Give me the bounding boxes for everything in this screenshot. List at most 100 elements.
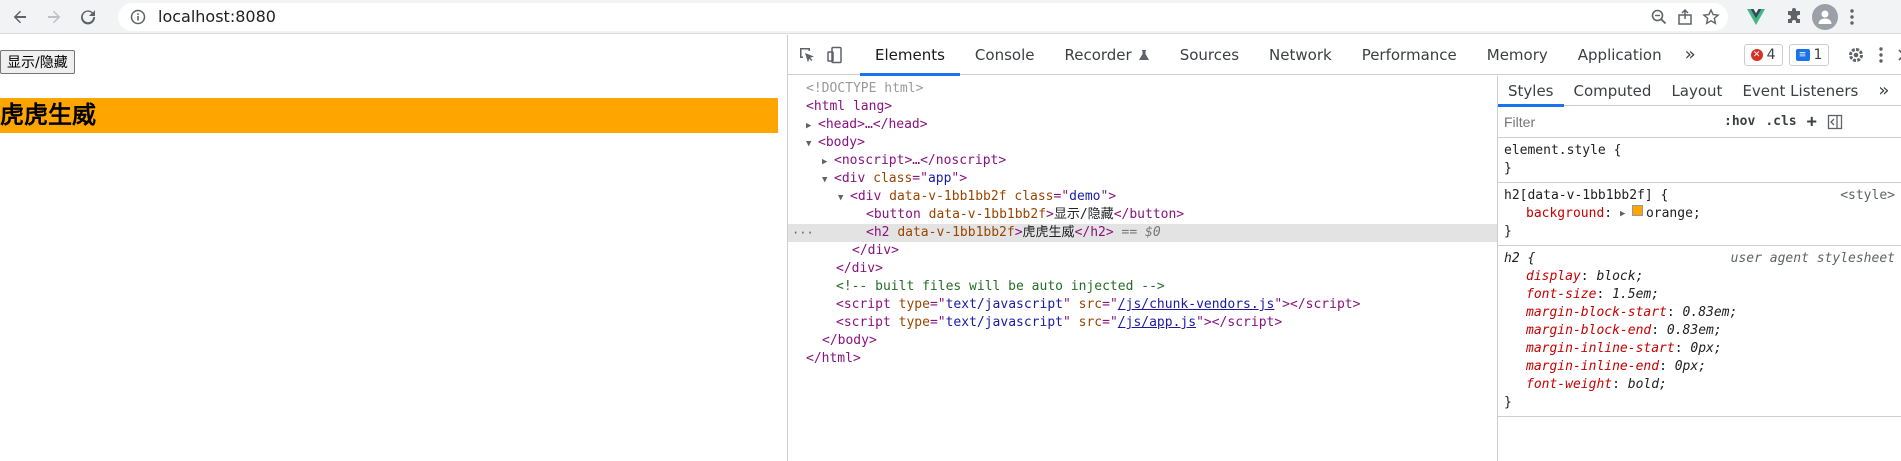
flask-icon bbox=[1138, 49, 1149, 60]
expand-triangle-icon[interactable]: ▶ bbox=[1620, 205, 1632, 223]
profile-avatar[interactable] bbox=[1812, 3, 1838, 30]
vertical-dots-icon bbox=[1850, 8, 1854, 25]
styles-filter-bar: :hov .cls + bbox=[1498, 106, 1901, 138]
dom-tree: <!DOCTYPE html> <html lang> ▶ <head>…</he… bbox=[788, 76, 1498, 461]
dom-button[interactable]: <button data-v-1bb1bb2f>显示/隐藏</button> bbox=[788, 206, 1497, 224]
issue-badges: ✕ 4 ≡ 1 bbox=[1743, 43, 1830, 66]
message-count-badge[interactable]: ≡ 1 bbox=[1788, 43, 1830, 66]
styles-tab-bar: Styles Computed Layout Event Listeners » bbox=[1498, 76, 1901, 107]
more-tabs-button[interactable]: » bbox=[1677, 44, 1704, 65]
back-button[interactable] bbox=[6, 3, 34, 31]
collapse-triangle-icon[interactable]: ▼ bbox=[806, 135, 818, 153]
puzzle-icon bbox=[1788, 7, 1800, 23]
tab-memory[interactable]: Memory bbox=[1472, 35, 1563, 75]
chrome-menu-button[interactable] bbox=[1842, 3, 1862, 31]
zoom-icon[interactable] bbox=[1650, 8, 1668, 26]
style-property: font-size: 1.5em; bbox=[1526, 287, 1660, 302]
style-property: display: block; bbox=[1526, 269, 1644, 284]
vertical-dots-icon[interactable] bbox=[1879, 46, 1884, 63]
browser-toolbar: localhost:8080 bbox=[0, 0, 1901, 34]
style-property: margin-inline-end: 0px; bbox=[1526, 359, 1707, 374]
dom-head[interactable]: ▶ <head>…</head> bbox=[788, 116, 1497, 134]
tab-network[interactable]: Network bbox=[1254, 35, 1347, 75]
more-style-tabs-button[interactable]: » bbox=[1868, 76, 1899, 106]
info-icon bbox=[130, 9, 146, 24]
extensions-button[interactable] bbox=[1780, 3, 1808, 31]
style-property: margin-block-start: 0.83em; bbox=[1526, 305, 1738, 320]
script-src-link[interactable]: /js/app.js bbox=[1118, 315, 1196, 330]
plus-icon[interactable]: + bbox=[1807, 112, 1817, 132]
dom-body-close[interactable]: </body> bbox=[788, 332, 1497, 350]
reload-button[interactable] bbox=[74, 3, 102, 31]
tab-styles[interactable]: Styles bbox=[1498, 76, 1564, 107]
share-icon[interactable] bbox=[1676, 8, 1694, 26]
dom-body-open[interactable]: ▼ <body> bbox=[788, 134, 1497, 152]
element-style-rule[interactable]: element.style { } bbox=[1498, 138, 1901, 183]
ellipsis-icon[interactable]: ··· bbox=[792, 224, 814, 242]
dom-html-open[interactable]: <html lang> bbox=[788, 98, 1497, 116]
vue-logo-icon bbox=[1747, 8, 1765, 25]
devtools-actions bbox=[1847, 46, 1901, 64]
style-property: font-weight: bold; bbox=[1526, 377, 1667, 392]
dom-div-app-close[interactable]: </div> bbox=[788, 260, 1497, 278]
person-icon bbox=[1818, 10, 1832, 24]
dom-script-vendors[interactable]: <script type="text/javascript" src="/js/… bbox=[788, 296, 1497, 314]
bookmark-star-icon[interactable] bbox=[1702, 7, 1720, 26]
tab-console[interactable]: Console bbox=[960, 35, 1050, 75]
back-arrow-icon bbox=[13, 10, 26, 23]
tab-layout[interactable]: Layout bbox=[1661, 76, 1732, 106]
tab-elements[interactable]: Elements bbox=[860, 35, 960, 76]
tab-recorder[interactable]: Recorder bbox=[1049, 35, 1164, 75]
tab-event-listeners[interactable]: Event Listeners bbox=[1732, 76, 1868, 106]
gear-icon[interactable] bbox=[1847, 46, 1865, 64]
forward-arrow-icon bbox=[48, 10, 61, 23]
sidebar-toggle-icon[interactable] bbox=[1827, 114, 1843, 130]
error-icon: ✕ bbox=[1750, 48, 1763, 61]
dom-div-app[interactable]: ▼ <div class="app"> bbox=[788, 170, 1497, 188]
extensions-area bbox=[1736, 3, 1862, 31]
filter-tools: :hov .cls + bbox=[1724, 112, 1843, 132]
color-swatch[interactable] bbox=[1631, 205, 1643, 216]
tab-performance[interactable]: Performance bbox=[1347, 35, 1472, 75]
tab-computed[interactable]: Computed bbox=[1564, 76, 1662, 106]
cls-toggle[interactable]: .cls bbox=[1765, 114, 1796, 129]
toggle-button[interactable]: 显示/隐藏 bbox=[0, 50, 75, 74]
forward-button[interactable] bbox=[40, 3, 68, 31]
tab-application[interactable]: Application bbox=[1563, 35, 1677, 75]
reload-icon bbox=[81, 9, 96, 24]
dom-html-close[interactable]: </html> bbox=[788, 350, 1497, 368]
error-count-badge[interactable]: ✕ 4 bbox=[1743, 43, 1783, 66]
inspect-element-button[interactable] bbox=[798, 41, 816, 69]
inspect-cursor-icon bbox=[800, 47, 814, 62]
message-icon: ≡ bbox=[1795, 48, 1810, 61]
hov-toggle[interactable]: :hov bbox=[1724, 114, 1755, 129]
close-icon[interactable] bbox=[1897, 48, 1901, 62]
styles-filter-input[interactable] bbox=[1504, 109, 1716, 134]
dom-noscript[interactable]: ▶ <noscript>…</noscript> bbox=[788, 152, 1497, 170]
style-property[interactable]: background: ▶ orange; bbox=[1504, 205, 1895, 223]
address-bar[interactable]: localhost:8080 bbox=[118, 2, 1728, 31]
dom-div-demo[interactable]: ▼ <div data-v-1bb1bb2f class="demo"> bbox=[788, 188, 1497, 206]
device-icon bbox=[827, 46, 842, 63]
dom-h2-selected[interactable]: ··· <h2 data-v-1bb1bb2f>虎虎生威</h2> == $0 bbox=[788, 224, 1497, 242]
page-viewport: 显示/隐藏 虎虎生威 bbox=[0, 35, 785, 461]
expand-triangle-icon[interactable]: ▶ bbox=[822, 153, 834, 171]
dom-div-demo-close[interactable]: </div> bbox=[788, 242, 1497, 260]
rule-source-link[interactable]: <style> bbox=[1840, 187, 1895, 205]
styles-pane: Styles Computed Layout Event Listeners »… bbox=[1498, 76, 1901, 461]
collapse-triangle-icon[interactable]: ▼ bbox=[838, 189, 850, 207]
dom-doctype[interactable]: <!DOCTYPE html> bbox=[788, 80, 1497, 98]
collapse-triangle-icon[interactable]: ▼ bbox=[822, 171, 834, 189]
script-src-link[interactable]: /js/chunk-vendors.js bbox=[1118, 297, 1275, 312]
page-heading: 虎虎生威 bbox=[0, 98, 778, 133]
scoped-h2-rule[interactable]: h2[data-v-1bb1bb2f] {<style> background:… bbox=[1498, 183, 1901, 246]
expand-triangle-icon[interactable]: ▶ bbox=[806, 117, 818, 135]
url-text[interactable]: localhost:8080 bbox=[158, 7, 276, 26]
dom-script-app[interactable]: <script type="text/javascript" src="/js/… bbox=[788, 314, 1497, 332]
user-agent-h2-rule[interactable]: h2 {user agent stylesheet display: block… bbox=[1498, 246, 1901, 417]
tab-sources[interactable]: Sources bbox=[1165, 35, 1254, 75]
device-toolbar-button[interactable] bbox=[826, 41, 844, 69]
dom-comment[interactable]: <!-- built files will be auto injected -… bbox=[788, 278, 1497, 296]
omnibox-actions bbox=[1650, 7, 1728, 26]
vue-devtools-extension[interactable] bbox=[1742, 3, 1770, 31]
